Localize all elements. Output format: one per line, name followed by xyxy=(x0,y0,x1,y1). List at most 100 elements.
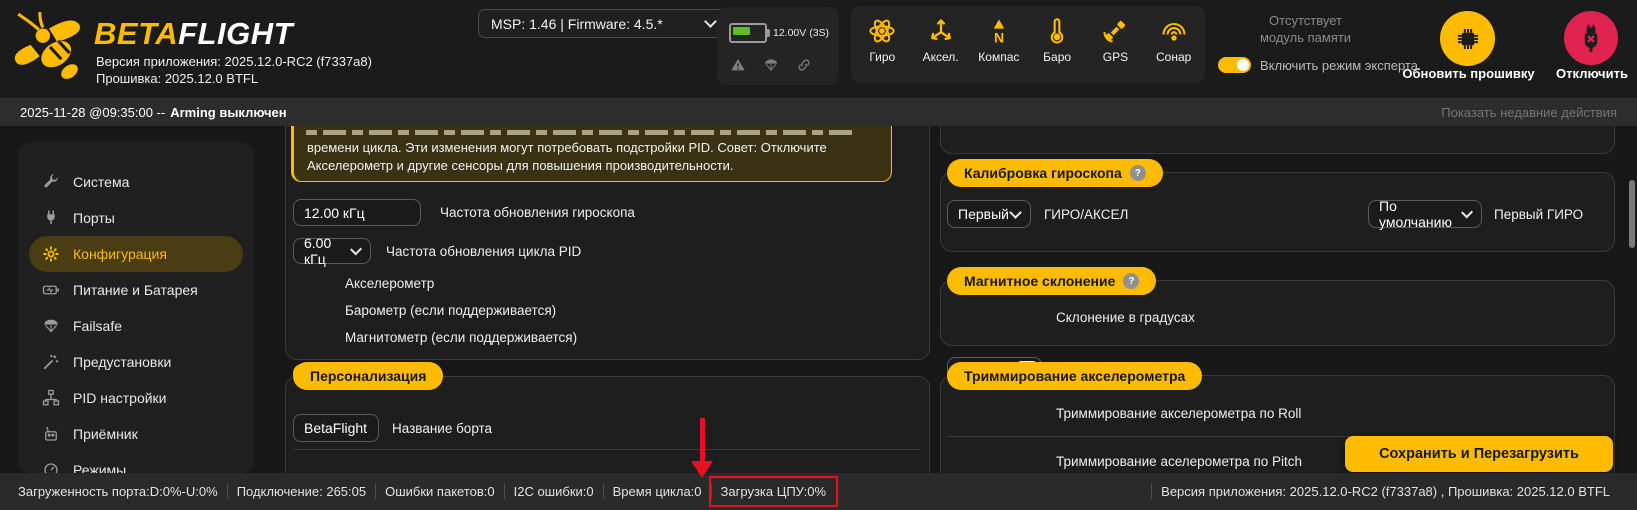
sensor-label: Аксел. xyxy=(922,50,959,64)
sidebar-item-ports[interactable]: Порты xyxy=(29,200,243,236)
sidebar-item-presets[interactable]: Предустановки xyxy=(29,344,243,380)
sidebar-item-receiver[interactable]: Приёмник xyxy=(29,416,243,452)
magnetometer-label: Магнитометр (если поддерживается) xyxy=(345,330,578,345)
sensor-label: GPS xyxy=(1102,50,1129,64)
expert-mode-toggle[interactable] xyxy=(1218,57,1251,73)
vertical-scrollbar[interactable] xyxy=(1629,180,1635,248)
gyro-default-select[interactable]: По умолчанию xyxy=(1368,198,1482,230)
sidebar-item-pid-tuning[interactable]: PID настройки xyxy=(29,380,243,416)
chevron-down-icon xyxy=(704,15,717,28)
gyro-frequency-label: Частота обновления гироскопа xyxy=(440,205,635,220)
pitch-trim-label: Триммирование аселерометра по Pitch xyxy=(1056,454,1303,469)
sensor-accel[interactable]: Аксел. xyxy=(914,6,968,83)
section-divider xyxy=(293,449,920,450)
app-logo-text: BETAFLIGHT xyxy=(94,16,294,51)
update-firmware-button[interactable] xyxy=(1440,11,1495,66)
sensor-gps[interactable]: GPS xyxy=(1088,6,1142,83)
usb-disconnect-icon xyxy=(1576,23,1606,53)
gyro-calibration-title: Калибровка гироскопа xyxy=(964,165,1122,181)
pid-frequency-label: Частота обновления цикла PID xyxy=(386,244,582,259)
disconnect-label[interactable]: Отключить xyxy=(1546,66,1637,81)
declination-label: Склонение в градусах xyxy=(1056,310,1195,325)
i2c-errors-status: I2C ошибки:0 xyxy=(513,484,594,499)
sidebar-item-label: Failsafe xyxy=(73,318,123,334)
roll-trim-label: Триммирование акселерометра по Roll xyxy=(1056,406,1302,421)
gps-satellite-icon xyxy=(1101,17,1129,45)
help-icon[interactable]: ? xyxy=(1123,273,1140,289)
sonar-icon xyxy=(1160,17,1188,45)
parachute-icon xyxy=(42,317,60,335)
app-version-text: Версия приложения: 2025.12.0-RC2 (f7337a… xyxy=(96,54,372,69)
battery-icon xyxy=(729,23,770,43)
svg-text:N: N xyxy=(994,30,1004,45)
magic-wand-icon xyxy=(42,353,60,371)
personalization-badge: Персонализация xyxy=(293,362,444,390)
chevron-down-icon xyxy=(1009,205,1022,219)
log-message: 2025-11-28 @09:35:00 -- Arming выключен xyxy=(20,104,287,120)
craft-name-value: BetaFlight xyxy=(304,420,368,436)
compass-icon: N xyxy=(985,17,1013,45)
barometer-icon xyxy=(1043,17,1071,45)
mag-declination-badge: Магнитное склонение ? xyxy=(947,267,1157,295)
accelerometer-label: Акселерометр xyxy=(345,276,435,291)
craft-name-label: Название борта xyxy=(392,421,493,436)
gyro-frequency-value: 12.00 кГц xyxy=(304,204,365,221)
gyro-calibration-badge: Калибровка гироскопа ? xyxy=(947,159,1163,187)
sidebar-item-label: Порты xyxy=(73,210,115,226)
sidebar-item-configuration[interactable]: Конфигурация xyxy=(29,236,243,272)
warning-icon xyxy=(730,57,746,73)
annotation-arrow xyxy=(700,418,705,462)
wrench-icon xyxy=(42,173,60,191)
sidebar-item-label: Предустановки xyxy=(73,354,172,370)
sitemap-icon xyxy=(42,389,60,407)
show-log-link[interactable]: Показать недавние действия xyxy=(1441,105,1617,120)
battery-status-box: 12.00V (3S) xyxy=(717,7,839,85)
port-firmware-value: MSP: 1.46 | Firmware: 4.5.* xyxy=(491,15,663,32)
expert-mode-row: Включить режим эксперта xyxy=(1218,57,1418,73)
port-usage-status: Загруженность порта:D:0%-U:0% xyxy=(18,484,218,499)
sensor-label: Сонар xyxy=(1156,50,1192,64)
sensor-baro[interactable]: Баро xyxy=(1030,6,1084,83)
help-icon[interactable]: ? xyxy=(1129,165,1146,181)
disconnect-button[interactable] xyxy=(1564,11,1618,65)
sidebar-item-power-battery[interactable]: Питание и Батарея xyxy=(29,272,243,308)
sidebar-item-label: Приёмник xyxy=(73,426,138,442)
dataflash-notice: Отсутствует модуль памяти xyxy=(1259,13,1352,45)
sensor-label: Гиро xyxy=(869,50,896,64)
statusbar-version-info: Версия приложения: 2025.12.0-RC2 (f7337a… xyxy=(1161,484,1610,499)
acc-trim-title: Триммирование акселерометра xyxy=(964,368,1186,384)
rc-transmitter-icon xyxy=(42,425,60,443)
sensor-compass[interactable]: N Компас xyxy=(972,6,1026,83)
sensor-gyro[interactable]: Гиро xyxy=(855,6,909,83)
gyro-default-label: Первый ГИРО xyxy=(1494,207,1584,222)
plug-icon xyxy=(42,209,60,227)
gyro-frequency-input[interactable]: 12.00 кГц xyxy=(293,199,421,226)
failsafe-parachute-icon xyxy=(763,57,779,73)
craft-name-input[interactable]: BetaFlight xyxy=(293,414,379,442)
status-bar: Загруженность порта:D:0%-U:0% Подключени… xyxy=(0,473,1637,510)
connection-time-status: Подключение: 265:05 xyxy=(236,484,367,499)
sidebar-item-failsafe[interactable]: Failsafe xyxy=(29,308,243,344)
expert-mode-label: Включить режим эксперта xyxy=(1260,57,1418,73)
port-firmware-select[interactable]: MSP: 1.46 | Firmware: 4.5.* xyxy=(478,9,728,38)
sensor-sonar[interactable]: Сонар xyxy=(1147,6,1201,83)
sidebar-item-label: Питание и Батарея xyxy=(73,282,198,298)
accelerometer-icon xyxy=(927,17,955,45)
sidebar-item-label: Система xyxy=(73,174,130,190)
header: BETAFLIGHT Версия приложения: 2025.12.0-… xyxy=(0,0,1637,98)
battery-icon xyxy=(42,281,60,299)
sidebar-item-setup[interactable]: Система xyxy=(29,164,243,200)
gyro-icon xyxy=(868,17,896,45)
pid-frequency-select[interactable]: 6.00 кГц xyxy=(293,235,371,267)
sensor-label: Компас xyxy=(978,50,1020,64)
betaflight-configurator: BETAFLIGHT Версия приложения: 2025.12.0-… xyxy=(0,0,1637,510)
gyro-accel-select[interactable]: Первый xyxy=(947,200,1031,228)
sensor-label: Баро xyxy=(1043,50,1072,64)
battery-voltage: 12.00V (3S) xyxy=(773,27,830,39)
firmware-version-text: Прошивка: 2025.12.0 BTFL xyxy=(96,71,259,86)
cpu-load-status: Загрузка ЦПУ:0% xyxy=(708,476,838,507)
barometer-label: Барометр (если поддерживается) xyxy=(345,303,557,318)
gyro-accel-label: ГИРО/АКСЕЛ xyxy=(1044,207,1129,222)
sidebar: Система Порты Конфигурация Питание и Бат… xyxy=(18,142,254,478)
save-reboot-button[interactable]: Сохранить и Перезагрузить xyxy=(1345,436,1613,472)
